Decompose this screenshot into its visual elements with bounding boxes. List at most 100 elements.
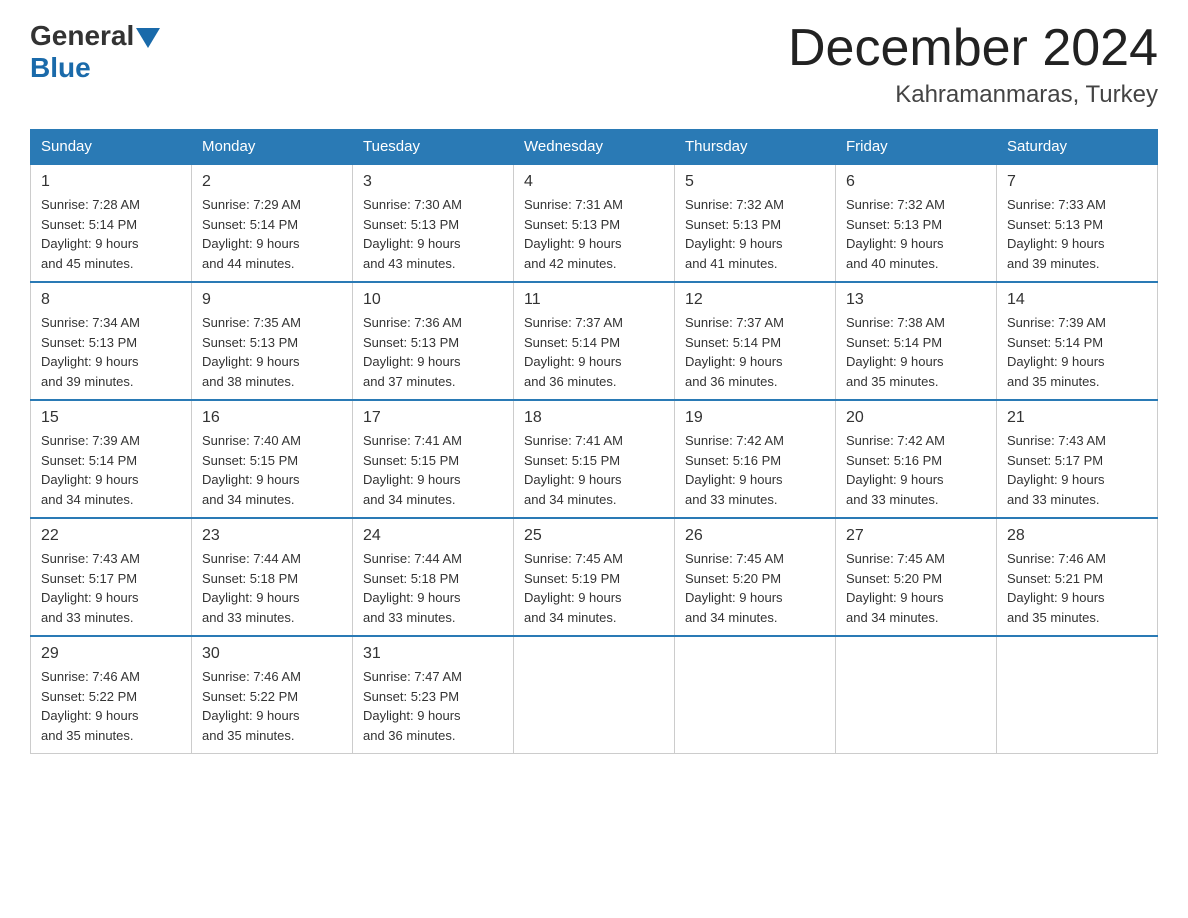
day-info: Sunrise: 7:43 AM Sunset: 5:17 PM Dayligh… xyxy=(1007,431,1147,509)
day-number: 21 xyxy=(1007,409,1147,427)
calendar-cell: 8 Sunrise: 7:34 AM Sunset: 5:13 PM Dayli… xyxy=(31,282,192,400)
column-header-saturday: Saturday xyxy=(997,130,1158,165)
day-number: 20 xyxy=(846,409,986,427)
day-number: 24 xyxy=(363,527,503,545)
day-info: Sunrise: 7:45 AM Sunset: 5:20 PM Dayligh… xyxy=(685,549,825,627)
calendar-subtitle: Kahramanmaras, Turkey xyxy=(788,81,1158,109)
calendar-cell: 16 Sunrise: 7:40 AM Sunset: 5:15 PM Dayl… xyxy=(192,400,353,518)
day-number: 15 xyxy=(41,409,181,427)
calendar-cell: 29 Sunrise: 7:46 AM Sunset: 5:22 PM Dayl… xyxy=(31,636,192,754)
day-info: Sunrise: 7:41 AM Sunset: 5:15 PM Dayligh… xyxy=(524,431,664,509)
day-number: 14 xyxy=(1007,291,1147,309)
day-number: 17 xyxy=(363,409,503,427)
calendar-week-row: 22 Sunrise: 7:43 AM Sunset: 5:17 PM Dayl… xyxy=(31,518,1158,636)
day-info: Sunrise: 7:32 AM Sunset: 5:13 PM Dayligh… xyxy=(846,195,986,273)
logo: General Blue xyxy=(30,20,160,84)
calendar-cell: 14 Sunrise: 7:39 AM Sunset: 5:14 PM Dayl… xyxy=(997,282,1158,400)
calendar-cell xyxy=(836,636,997,754)
day-number: 22 xyxy=(41,527,181,545)
calendar-cell xyxy=(675,636,836,754)
title-block: December 2024 Kahramanmaras, Turkey xyxy=(788,20,1158,109)
calendar-cell: 17 Sunrise: 7:41 AM Sunset: 5:15 PM Dayl… xyxy=(353,400,514,518)
calendar-cell: 11 Sunrise: 7:37 AM Sunset: 5:14 PM Dayl… xyxy=(514,282,675,400)
calendar-cell: 28 Sunrise: 7:46 AM Sunset: 5:21 PM Dayl… xyxy=(997,518,1158,636)
calendar-cell: 15 Sunrise: 7:39 AM Sunset: 5:14 PM Dayl… xyxy=(31,400,192,518)
column-header-tuesday: Tuesday xyxy=(353,130,514,165)
day-number: 9 xyxy=(202,291,342,309)
calendar-header-row: SundayMondayTuesdayWednesdayThursdayFrid… xyxy=(31,130,1158,165)
day-number: 27 xyxy=(846,527,986,545)
column-header-monday: Monday xyxy=(192,130,353,165)
day-number: 2 xyxy=(202,173,342,191)
day-info: Sunrise: 7:37 AM Sunset: 5:14 PM Dayligh… xyxy=(524,313,664,391)
calendar-cell: 25 Sunrise: 7:45 AM Sunset: 5:19 PM Dayl… xyxy=(514,518,675,636)
day-number: 29 xyxy=(41,645,181,663)
day-info: Sunrise: 7:37 AM Sunset: 5:14 PM Dayligh… xyxy=(685,313,825,391)
calendar-cell: 18 Sunrise: 7:41 AM Sunset: 5:15 PM Dayl… xyxy=(514,400,675,518)
day-number: 11 xyxy=(524,291,664,309)
day-number: 13 xyxy=(846,291,986,309)
day-number: 30 xyxy=(202,645,342,663)
logo-blue-text: Blue xyxy=(30,52,91,84)
day-number: 16 xyxy=(202,409,342,427)
day-info: Sunrise: 7:46 AM Sunset: 5:22 PM Dayligh… xyxy=(41,667,181,745)
day-info: Sunrise: 7:42 AM Sunset: 5:16 PM Dayligh… xyxy=(685,431,825,509)
day-number: 5 xyxy=(685,173,825,191)
page-header: General Blue December 2024 Kahramanmaras… xyxy=(30,20,1158,109)
day-number: 26 xyxy=(685,527,825,545)
calendar-cell: 23 Sunrise: 7:44 AM Sunset: 5:18 PM Dayl… xyxy=(192,518,353,636)
calendar-cell: 20 Sunrise: 7:42 AM Sunset: 5:16 PM Dayl… xyxy=(836,400,997,518)
calendar-cell xyxy=(997,636,1158,754)
day-info: Sunrise: 7:43 AM Sunset: 5:17 PM Dayligh… xyxy=(41,549,181,627)
day-number: 6 xyxy=(846,173,986,191)
day-info: Sunrise: 7:38 AM Sunset: 5:14 PM Dayligh… xyxy=(846,313,986,391)
calendar-week-row: 29 Sunrise: 7:46 AM Sunset: 5:22 PM Dayl… xyxy=(31,636,1158,754)
day-info: Sunrise: 7:41 AM Sunset: 5:15 PM Dayligh… xyxy=(363,431,503,509)
day-info: Sunrise: 7:39 AM Sunset: 5:14 PM Dayligh… xyxy=(41,431,181,509)
calendar-cell: 30 Sunrise: 7:46 AM Sunset: 5:22 PM Dayl… xyxy=(192,636,353,754)
day-info: Sunrise: 7:44 AM Sunset: 5:18 PM Dayligh… xyxy=(202,549,342,627)
calendar-cell: 10 Sunrise: 7:36 AM Sunset: 5:13 PM Dayl… xyxy=(353,282,514,400)
logo-general-text: General xyxy=(30,20,134,52)
calendar-cell: 27 Sunrise: 7:45 AM Sunset: 5:20 PM Dayl… xyxy=(836,518,997,636)
logo-arrow-icon xyxy=(136,28,160,48)
day-number: 31 xyxy=(363,645,503,663)
day-info: Sunrise: 7:44 AM Sunset: 5:18 PM Dayligh… xyxy=(363,549,503,627)
calendar-cell: 9 Sunrise: 7:35 AM Sunset: 5:13 PM Dayli… xyxy=(192,282,353,400)
day-info: Sunrise: 7:45 AM Sunset: 5:20 PM Dayligh… xyxy=(846,549,986,627)
column-header-sunday: Sunday xyxy=(31,130,192,165)
calendar-cell: 31 Sunrise: 7:47 AM Sunset: 5:23 PM Dayl… xyxy=(353,636,514,754)
day-number: 4 xyxy=(524,173,664,191)
day-info: Sunrise: 7:29 AM Sunset: 5:14 PM Dayligh… xyxy=(202,195,342,273)
column-header-wednesday: Wednesday xyxy=(514,130,675,165)
day-info: Sunrise: 7:32 AM Sunset: 5:13 PM Dayligh… xyxy=(685,195,825,273)
day-info: Sunrise: 7:42 AM Sunset: 5:16 PM Dayligh… xyxy=(846,431,986,509)
day-number: 28 xyxy=(1007,527,1147,545)
calendar-week-row: 8 Sunrise: 7:34 AM Sunset: 5:13 PM Dayli… xyxy=(31,282,1158,400)
calendar-week-row: 15 Sunrise: 7:39 AM Sunset: 5:14 PM Dayl… xyxy=(31,400,1158,518)
day-number: 1 xyxy=(41,173,181,191)
day-number: 25 xyxy=(524,527,664,545)
calendar-cell: 1 Sunrise: 7:28 AM Sunset: 5:14 PM Dayli… xyxy=(31,164,192,282)
day-info: Sunrise: 7:36 AM Sunset: 5:13 PM Dayligh… xyxy=(363,313,503,391)
day-number: 8 xyxy=(41,291,181,309)
calendar-week-row: 1 Sunrise: 7:28 AM Sunset: 5:14 PM Dayli… xyxy=(31,164,1158,282)
day-number: 18 xyxy=(524,409,664,427)
calendar-title: December 2024 xyxy=(788,20,1158,77)
day-info: Sunrise: 7:28 AM Sunset: 5:14 PM Dayligh… xyxy=(41,195,181,273)
day-info: Sunrise: 7:31 AM Sunset: 5:13 PM Dayligh… xyxy=(524,195,664,273)
calendar-cell: 19 Sunrise: 7:42 AM Sunset: 5:16 PM Dayl… xyxy=(675,400,836,518)
day-number: 19 xyxy=(685,409,825,427)
day-info: Sunrise: 7:46 AM Sunset: 5:21 PM Dayligh… xyxy=(1007,549,1147,627)
day-number: 7 xyxy=(1007,173,1147,191)
column-header-friday: Friday xyxy=(836,130,997,165)
day-info: Sunrise: 7:45 AM Sunset: 5:19 PM Dayligh… xyxy=(524,549,664,627)
calendar-table: SundayMondayTuesdayWednesdayThursdayFrid… xyxy=(30,129,1158,754)
day-number: 10 xyxy=(363,291,503,309)
day-info: Sunrise: 7:40 AM Sunset: 5:15 PM Dayligh… xyxy=(202,431,342,509)
day-info: Sunrise: 7:34 AM Sunset: 5:13 PM Dayligh… xyxy=(41,313,181,391)
calendar-cell: 3 Sunrise: 7:30 AM Sunset: 5:13 PM Dayli… xyxy=(353,164,514,282)
day-info: Sunrise: 7:39 AM Sunset: 5:14 PM Dayligh… xyxy=(1007,313,1147,391)
calendar-cell: 7 Sunrise: 7:33 AM Sunset: 5:13 PM Dayli… xyxy=(997,164,1158,282)
calendar-cell: 12 Sunrise: 7:37 AM Sunset: 5:14 PM Dayl… xyxy=(675,282,836,400)
